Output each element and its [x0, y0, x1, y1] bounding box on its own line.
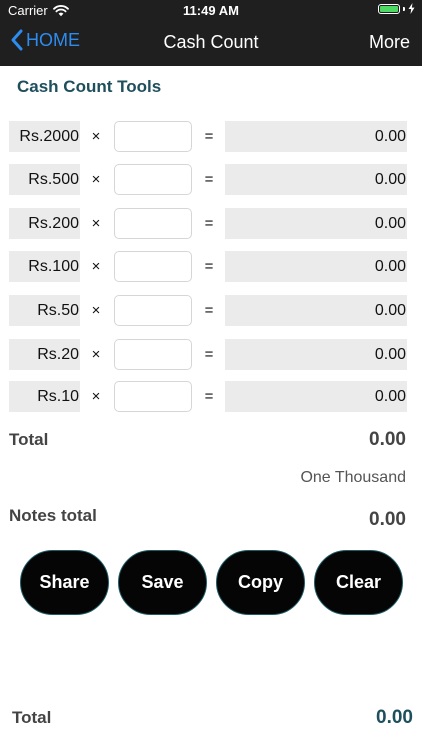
battery-level — [380, 5, 398, 12]
status-time: 11:49 AM — [183, 3, 239, 18]
multiply-sign: × — [91, 346, 101, 363]
equals-sign: = — [204, 388, 214, 405]
nav-title: Cash Count — [163, 32, 259, 52]
denomination-row-10: Rs.10 × = 0.00 — [0, 381, 422, 412]
row-amount: 0.00 — [225, 164, 407, 195]
denomination-row-20: Rs.20 × = 0.00 — [0, 339, 422, 370]
denomination-label: Rs.500 — [9, 164, 80, 195]
total-label: Total — [9, 430, 49, 449]
equals-sign: = — [204, 215, 214, 232]
footer-total-label: Total — [12, 708, 52, 727]
denomination-row-2000: Rs.2000 × = 0.00 — [0, 121, 422, 152]
row-amount: 0.00 — [225, 339, 407, 370]
battery-icon — [378, 3, 400, 14]
equals-sign: = — [204, 258, 214, 275]
charging-bolt-icon — [408, 3, 415, 14]
battery-tip — [403, 6, 405, 11]
multiply-sign: × — [91, 258, 101, 275]
total-value: 0.00 — [369, 429, 406, 450]
multiply-sign: × — [91, 388, 101, 405]
copy-button[interactable]: Copy — [216, 550, 305, 615]
top-bar: Carrier 11:49 AM HOME Cash Count More — [0, 0, 422, 66]
footer-total-value: 0.00 — [376, 707, 413, 728]
denomination-label: Rs.20 — [9, 339, 80, 370]
quantity-input-2000[interactable] — [114, 121, 192, 152]
denomination-label: Rs.50 — [9, 295, 80, 326]
denomination-row-50: Rs.50 × = 0.00 — [0, 295, 422, 326]
denomination-label: Rs.2000 — [9, 121, 80, 152]
multiply-sign: × — [91, 302, 101, 319]
amount-in-words: One Thousand — [300, 469, 406, 486]
quantity-input-20[interactable] — [114, 339, 192, 370]
notes-total-label: Notes total — [9, 506, 97, 525]
action-buttons: Share Save Copy Clear — [20, 550, 403, 615]
multiply-sign: × — [91, 215, 101, 232]
denomination-label: Rs.200 — [9, 208, 80, 239]
save-button[interactable]: Save — [118, 550, 207, 615]
section-title: Cash Count Tools — [17, 77, 162, 96]
quantity-input-10[interactable] — [114, 381, 192, 412]
notes-total-value: 0.00 — [369, 509, 406, 530]
denomination-label: Rs.10 — [9, 381, 80, 412]
equals-sign: = — [204, 171, 214, 188]
clear-button[interactable]: Clear — [314, 550, 403, 615]
multiply-sign: × — [91, 128, 101, 145]
row-amount: 0.00 — [225, 295, 407, 326]
quantity-input-50[interactable] — [114, 295, 192, 326]
status-battery-group — [378, 3, 415, 14]
quantity-input-500[interactable] — [114, 164, 192, 195]
denomination-label: Rs.100 — [9, 251, 80, 282]
row-amount: 0.00 — [225, 251, 407, 282]
denomination-row-100: Rs.100 × = 0.00 — [0, 251, 422, 282]
multiply-sign: × — [91, 171, 101, 188]
equals-sign: = — [204, 346, 214, 363]
more-button[interactable]: More — [369, 32, 410, 53]
equals-sign: = — [204, 128, 214, 145]
row-amount: 0.00 — [225, 208, 407, 239]
row-amount: 0.00 — [225, 381, 407, 412]
denomination-row-200: Rs.200 × = 0.00 — [0, 208, 422, 239]
quantity-input-100[interactable] — [114, 251, 192, 282]
denomination-row-500: Rs.500 × = 0.00 — [0, 164, 422, 195]
quantity-input-200[interactable] — [114, 208, 192, 239]
share-button[interactable]: Share — [20, 550, 109, 615]
row-amount: 0.00 — [225, 121, 407, 152]
equals-sign: = — [204, 302, 214, 319]
